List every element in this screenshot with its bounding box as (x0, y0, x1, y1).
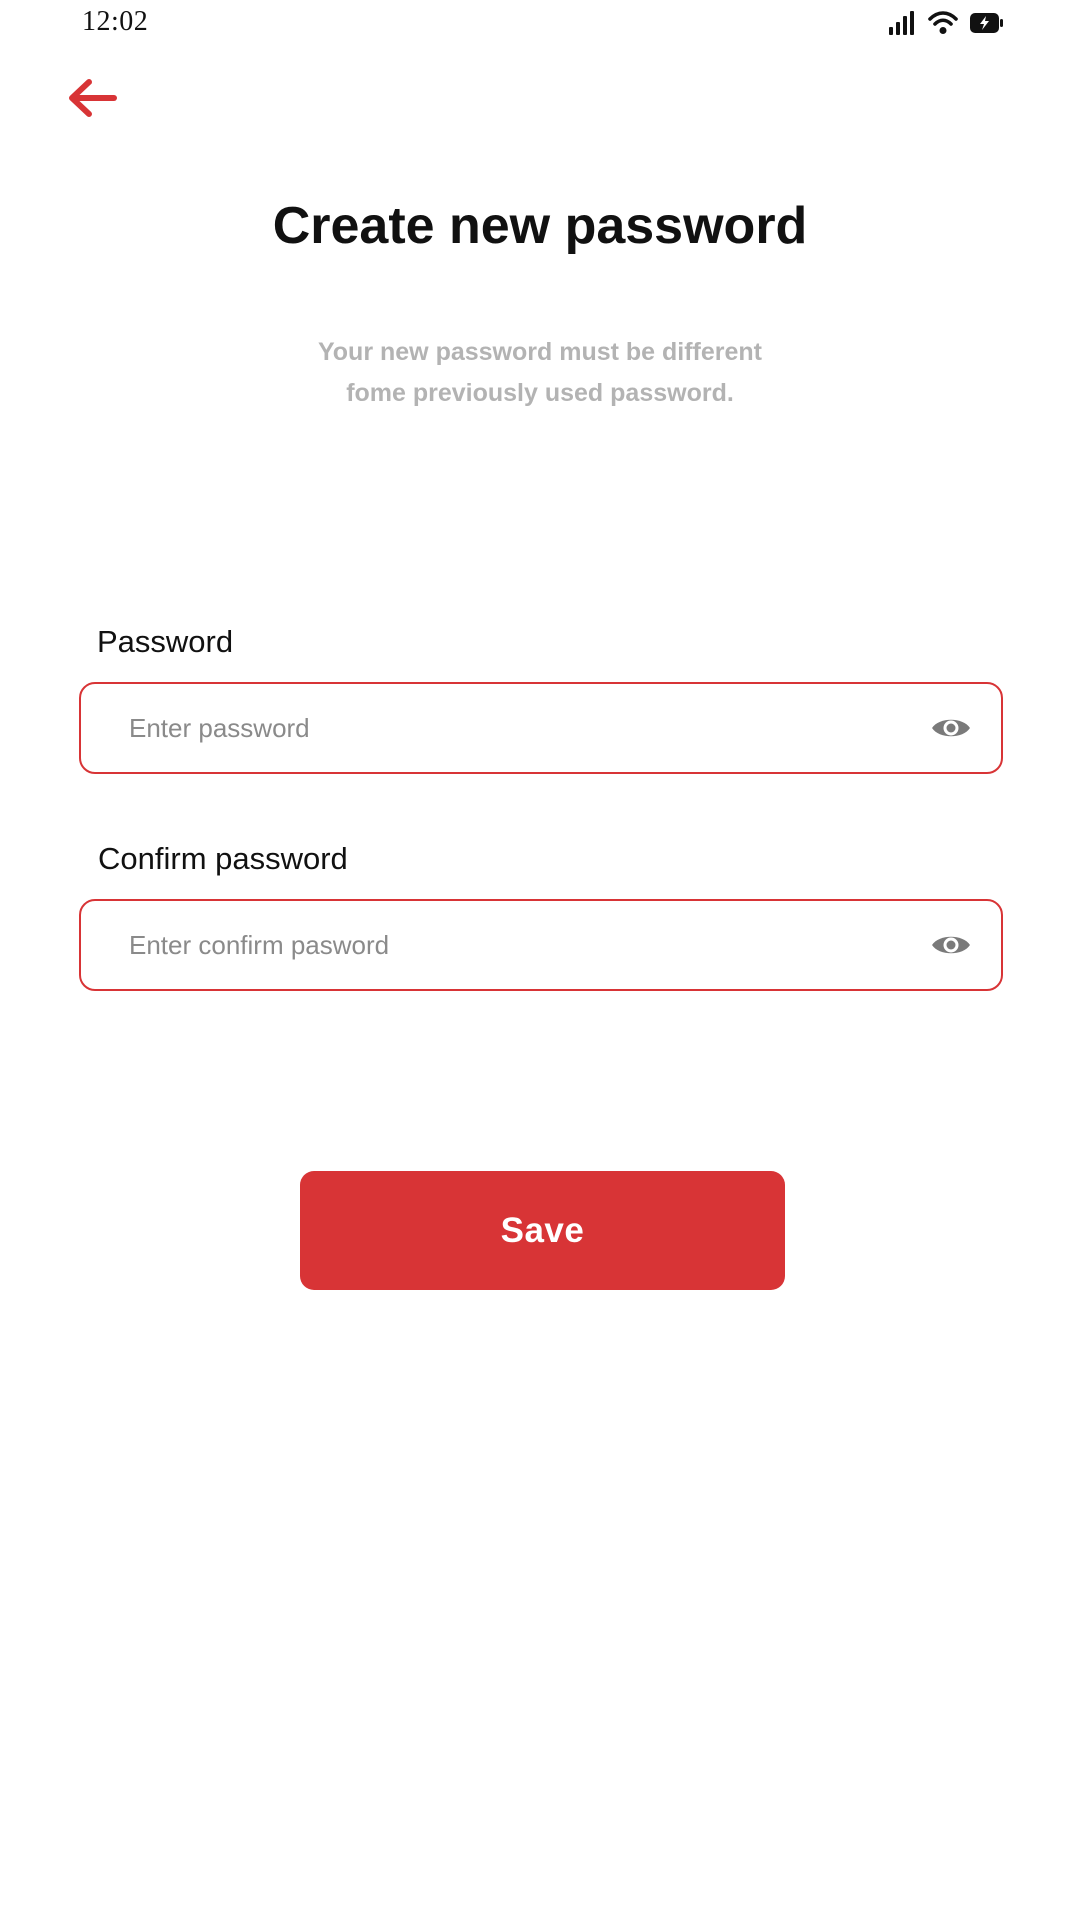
battery-charging-icon (970, 12, 1004, 34)
subtitle-line-1: Your new password must be different (317, 338, 763, 366)
page-title: Create new password (272, 197, 808, 255)
subtitle-line-2: fome previously used password. (346, 379, 734, 407)
password-visibility-toggle[interactable] (929, 710, 973, 750)
confirm-password-label: Confirm password (98, 841, 348, 876)
confirm-password-input[interactable] (129, 915, 889, 975)
password-field-container (79, 682, 1003, 774)
wifi-icon (928, 11, 958, 35)
status-icons (888, 10, 1004, 36)
confirm-password-field-container (79, 899, 1003, 991)
page-subtitle: Your new password must be different fome… (240, 332, 840, 414)
eye-icon (930, 714, 972, 747)
signal-icon (888, 10, 916, 36)
back-button[interactable] (64, 76, 120, 124)
password-label: Password (97, 624, 234, 659)
arrow-left-icon (66, 77, 118, 124)
save-button[interactable]: Save (300, 1171, 785, 1290)
eye-icon (930, 931, 972, 964)
status-time: 12:02 (82, 6, 149, 37)
confirm-password-visibility-toggle[interactable] (929, 927, 973, 967)
password-input[interactable] (129, 698, 889, 758)
